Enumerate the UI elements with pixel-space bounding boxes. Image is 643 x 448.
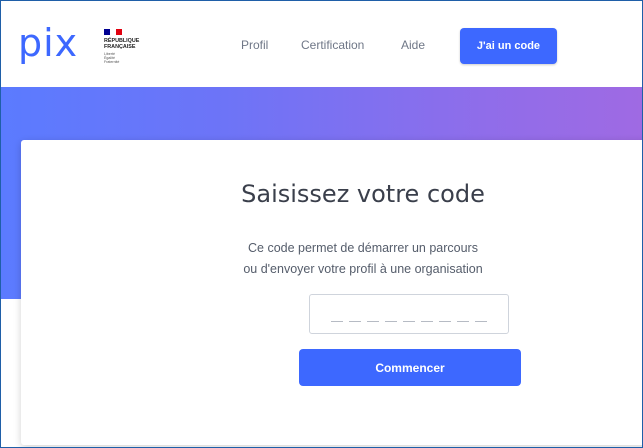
code-slot bbox=[385, 320, 397, 322]
code-input[interactable] bbox=[309, 294, 509, 334]
flag-red bbox=[116, 29, 122, 35]
description: Ce code permet de démarrer un parcours o… bbox=[221, 238, 505, 280]
code-entry-card: Saisissez votre code Ce code permet de d… bbox=[21, 140, 642, 445]
code-slot bbox=[421, 320, 433, 322]
description-line-2: ou d'envoyer votre profil à une organisa… bbox=[243, 262, 483, 276]
pix-logo[interactable]: pix bbox=[18, 21, 78, 65]
code-slot bbox=[331, 320, 343, 322]
browser-frame: pix RÉPUBLIQUE FRANÇAISE Liberté Égalité… bbox=[0, 0, 643, 448]
nav-link-certification[interactable]: Certification bbox=[301, 38, 364, 52]
flag-icon bbox=[104, 29, 122, 35]
code-slot bbox=[349, 320, 361, 322]
code-slot bbox=[367, 320, 379, 322]
nav-link-profil[interactable]: Profil bbox=[241, 38, 268, 52]
commencer-button[interactable]: Commencer bbox=[299, 349, 521, 386]
code-slot bbox=[439, 320, 451, 322]
republique-francaise-logo: RÉPUBLIQUE FRANÇAISE Liberté Égalité Fra… bbox=[104, 29, 154, 71]
page-title: Saisissez votre code bbox=[241, 180, 485, 208]
gov-title: RÉPUBLIQUE FRANÇAISE bbox=[104, 38, 140, 50]
code-slot bbox=[475, 320, 487, 322]
nav-link-aide[interactable]: Aide bbox=[401, 38, 425, 52]
code-slot bbox=[457, 320, 469, 322]
jai-un-code-button[interactable]: J'ai un code bbox=[460, 28, 557, 64]
code-slot bbox=[403, 320, 415, 322]
gov-motto: Liberté Égalité Fraternité bbox=[104, 52, 120, 64]
description-line-1: Ce code permet de démarrer un parcours bbox=[248, 241, 478, 255]
site-header: pix RÉPUBLIQUE FRANÇAISE Liberté Égalité… bbox=[1, 1, 642, 87]
